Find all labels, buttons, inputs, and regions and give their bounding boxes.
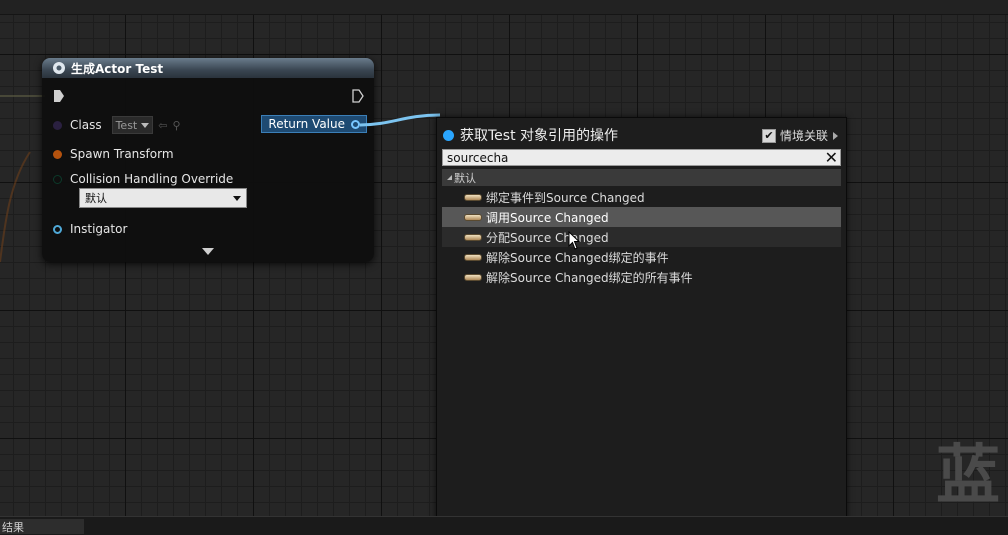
menu-title: 获取Test 对象引用的操作 bbox=[443, 125, 618, 145]
function-icon bbox=[464, 193, 482, 201]
list-item[interactable]: 绑定事件到Source Changed bbox=[442, 187, 841, 207]
collision-pin[interactable] bbox=[53, 174, 62, 184]
collision-select[interactable]: 默认 bbox=[79, 188, 247, 208]
function-icon bbox=[464, 253, 482, 261]
search-field[interactable]: ✕ bbox=[442, 149, 841, 166]
function-icon bbox=[464, 273, 482, 281]
bottom-panel-bar bbox=[0, 516, 1008, 535]
object-ref-icon bbox=[443, 129, 454, 141]
spawn-transform-label: Spawn Transform bbox=[70, 147, 174, 161]
return-pin-dot bbox=[351, 119, 360, 129]
transform-pin[interactable] bbox=[53, 149, 62, 159]
list-item-label: 分配Source Changed bbox=[486, 230, 609, 245]
class-dropdown[interactable]: Test bbox=[111, 116, 154, 134]
collision-row: Collision Handling Override bbox=[53, 172, 233, 186]
instigator-pin[interactable] bbox=[53, 224, 62, 234]
list-item-label: 解除Source Changed绑定的所有事件 bbox=[486, 270, 693, 285]
action-list: 绑定事件到Source Changed 调用Source Changed 分配S… bbox=[442, 187, 841, 287]
class-label: Class bbox=[70, 118, 102, 132]
close-icon[interactable]: ✕ bbox=[825, 150, 838, 166]
class-value: Test bbox=[115, 118, 138, 132]
function-icon bbox=[464, 213, 482, 221]
spawn-transform-row: Spawn Transform bbox=[53, 147, 174, 161]
list-item[interactable]: 解除Source Changed绑定的所有事件 bbox=[442, 267, 841, 287]
collision-label: Collision Handling Override bbox=[70, 172, 234, 186]
checkbox-checked-icon[interactable]: ✔ bbox=[761, 128, 776, 143]
tab-results[interactable]: 结果 bbox=[0, 519, 84, 534]
node-header[interactable]: 生成Actor Test bbox=[42, 58, 374, 78]
chevron-down-icon bbox=[233, 195, 241, 201]
exec-out-pin[interactable] bbox=[352, 89, 364, 103]
list-item-label: 解除Source Changed绑定的事件 bbox=[486, 250, 669, 265]
class-pin-row: Class Test ⇦ ⚲ bbox=[53, 116, 181, 134]
menu-title-text: 获取Test 对象引用的操作 bbox=[460, 128, 619, 144]
context-label: 情境关联 bbox=[779, 129, 828, 143]
search-input[interactable] bbox=[447, 150, 807, 165]
class-pin[interactable] bbox=[53, 120, 62, 130]
list-item-label: 绑定事件到Source Changed bbox=[486, 190, 645, 205]
function-icon bbox=[53, 62, 65, 74]
chevron-down-icon bbox=[141, 122, 150, 128]
list-item[interactable]: 分配Source Changed bbox=[442, 227, 841, 247]
context-sensitive-toggle[interactable]: ✔ 情境关联 bbox=[761, 127, 838, 144]
collapse-caret-icon[interactable] bbox=[444, 175, 452, 180]
top-rule bbox=[0, 0, 1008, 15]
instigator-label: Instigator bbox=[70, 222, 128, 236]
spawn-actor-node[interactable]: 生成Actor Test Class Test ⇦ ⚲ Return Value… bbox=[42, 58, 374, 262]
incoming-wire bbox=[0, 95, 45, 263]
mouse-cursor-icon bbox=[568, 231, 581, 250]
return-value-label: Return Value bbox=[268, 117, 345, 131]
category-label: 默认 bbox=[454, 171, 476, 185]
collision-value: 默认 bbox=[85, 192, 107, 205]
browse-icon[interactable]: ⚲ bbox=[172, 119, 180, 132]
watermark-text: 蓝 bbox=[936, 439, 1004, 513]
function-icon bbox=[464, 233, 482, 241]
instigator-row: Instigator bbox=[53, 222, 127, 236]
list-item[interactable]: 解除Source Changed绑定的事件 bbox=[442, 247, 841, 267]
expand-arrow-icon[interactable] bbox=[202, 248, 214, 255]
return-value-pin[interactable]: Return Value bbox=[261, 115, 367, 133]
node-title: 生成Actor Test bbox=[71, 61, 164, 76]
list-item-label: 调用Source Changed bbox=[486, 210, 609, 225]
chevron-right-icon[interactable] bbox=[833, 131, 838, 140]
use-selected-icon[interactable]: ⇦ bbox=[158, 119, 167, 132]
list-item[interactable]: 调用Source Changed bbox=[442, 207, 841, 227]
exec-in-pin[interactable] bbox=[53, 89, 65, 103]
action-menu: 获取Test 对象引用的操作 ✔ 情境关联 ✕ 默认 绑定事件到Source C… bbox=[436, 117, 847, 528]
category-header[interactable]: 默认 bbox=[442, 169, 841, 186]
